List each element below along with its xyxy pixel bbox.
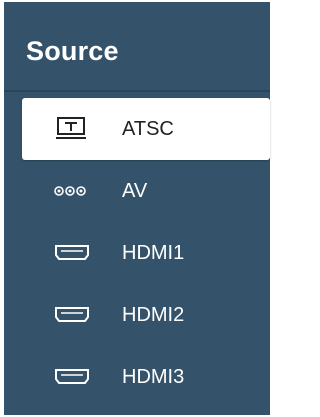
hdmi-port-icon — [52, 302, 92, 328]
composite-av-icon — [52, 178, 92, 204]
source-item-atsc[interactable]: ATSC — [22, 98, 270, 160]
source-item-label: HDMI2 — [122, 304, 185, 326]
title-divider — [4, 90, 270, 92]
source-item-label: HDMI1 — [122, 242, 185, 264]
source-item-av[interactable]: AV — [22, 160, 270, 222]
hdmi-port-icon — [52, 240, 92, 266]
source-item-hdmi2[interactable]: HDMI2 — [22, 284, 270, 346]
panel-title: Source — [26, 36, 119, 66]
source-item-hdmi3[interactable]: HDMI3 — [22, 346, 270, 408]
source-panel: Source ATSC AV HDMI1 HDMI2 HDMI3 — [0, 0, 274, 417]
tv-antenna-icon — [52, 116, 92, 142]
hdmi-port-icon — [52, 364, 92, 390]
source-item-label: AV — [122, 180, 148, 202]
source-item-label: ATSC — [122, 118, 174, 140]
source-item-hdmi1[interactable]: HDMI1 — [22, 222, 270, 284]
source-item-label: HDMI3 — [122, 366, 185, 388]
